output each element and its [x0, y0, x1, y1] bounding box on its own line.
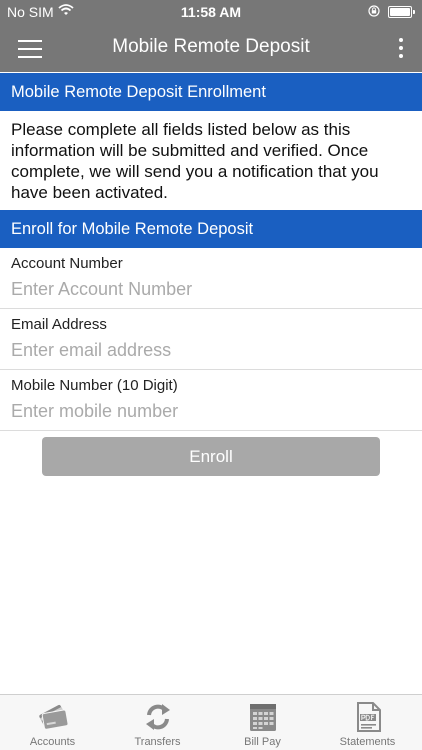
mobile-number-field: Mobile Number (10 Digit)	[0, 370, 422, 431]
page-title: Mobile Remote Deposit	[112, 36, 310, 57]
status-bar: No SIM 11:58 AM	[0, 0, 422, 24]
accounts-icon	[38, 705, 69, 730]
transfers-icon	[145, 704, 170, 730]
email-address-input[interactable]	[11, 338, 411, 362]
tab-bar: Accounts Transfers Bill Pay Statements	[0, 694, 422, 750]
top-bar: No SIM 11:58 AM Mobile Remote Deposit	[0, 0, 422, 72]
rotation-lock-icon	[368, 5, 380, 17]
enroll-button[interactable]: Enroll	[42, 437, 380, 476]
tab-transfers-label: Transfers	[134, 736, 181, 748]
enrollment-section-header: Mobile Remote Deposit Enrollment	[0, 73, 422, 111]
statements-icon	[356, 702, 381, 732]
battery-icon	[388, 6, 415, 18]
enrollment-description: Please complete all fields listed below …	[11, 120, 379, 202]
account-number-input[interactable]	[11, 277, 411, 301]
enroll-section-header: Enroll for Mobile Remote Deposit	[0, 210, 422, 248]
tab-bill-pay-label: Bill Pay	[244, 736, 281, 748]
tab-transfers[interactable]: Transfers	[105, 695, 210, 750]
email-address-label: Email Address	[11, 316, 107, 333]
tab-bill-pay[interactable]: Bill Pay	[210, 695, 315, 750]
account-number-label: Account Number	[11, 255, 123, 272]
mobile-number-input[interactable]	[11, 399, 411, 423]
bill-pay-icon	[249, 704, 276, 731]
menu-icon[interactable]	[18, 40, 42, 58]
clock: 11:58 AM	[180, 4, 242, 20]
navigation-bar: Mobile Remote Deposit	[0, 24, 422, 72]
mobile-number-label: Mobile Number (10 Digit)	[11, 377, 178, 394]
tab-accounts[interactable]: Accounts	[0, 695, 105, 750]
account-number-field: Account Number	[0, 248, 422, 309]
tab-statements[interactable]: Statements	[315, 695, 420, 750]
email-address-field: Email Address	[0, 309, 422, 370]
tab-accounts-label: Accounts	[29, 736, 76, 748]
more-options-icon[interactable]	[398, 38, 404, 58]
tab-statements-label: Statements	[339, 736, 396, 748]
